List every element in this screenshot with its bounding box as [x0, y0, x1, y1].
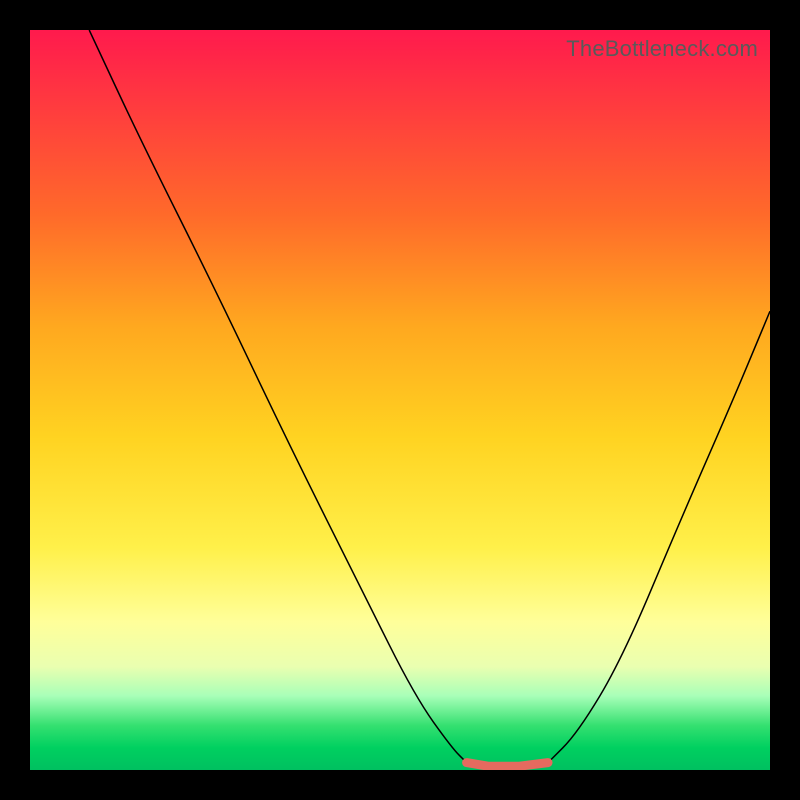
chart-frame: TheBottleneck.com: [0, 0, 800, 800]
plot-area: TheBottleneck.com: [30, 30, 770, 770]
right-curve: [548, 311, 770, 762]
curve-svg: [30, 30, 770, 770]
left-curve: [89, 30, 466, 763]
flat-bottom-highlight: [467, 763, 548, 767]
